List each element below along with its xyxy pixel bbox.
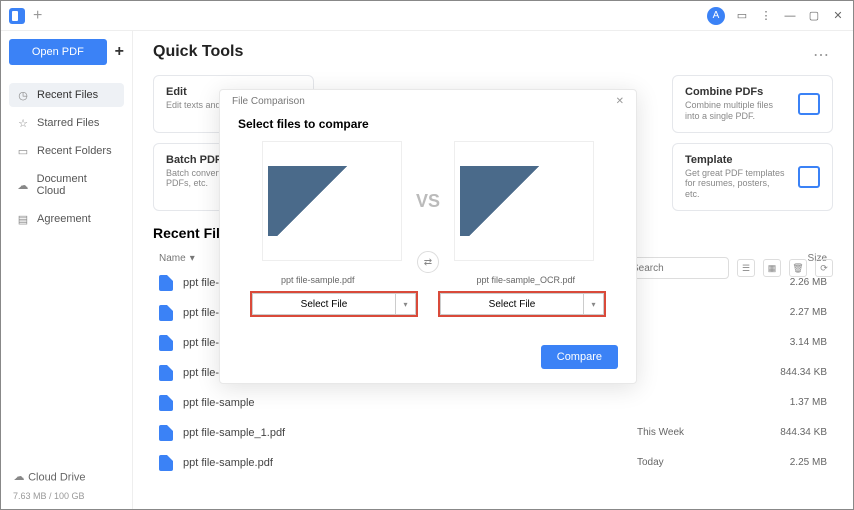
file-date: Today bbox=[637, 457, 757, 468]
cloud-icon: ☁ bbox=[17, 179, 29, 191]
clock-icon: ◷ bbox=[17, 89, 29, 101]
swap-button[interactable]: ⇄ bbox=[417, 251, 439, 273]
cloud-drive-link[interactable]: ☁ Cloud Drive bbox=[9, 465, 124, 490]
select-file-left-group: Select File ▾ bbox=[250, 291, 418, 317]
chat-icon[interactable]: ▭ bbox=[735, 9, 749, 22]
star-icon: ☆ bbox=[17, 117, 29, 129]
grid-view-button[interactable]: ▦ bbox=[763, 259, 781, 277]
list-view-button[interactable]: ☰ bbox=[737, 259, 755, 277]
modal-header-label: File Comparison bbox=[232, 96, 305, 107]
tool-card-template[interactable]: Template Get great PDF templates for res… bbox=[672, 143, 833, 211]
select-file-right-dropdown[interactable]: ▾ bbox=[584, 293, 604, 315]
sidebar-item-label: Agreement bbox=[37, 213, 91, 225]
maximize-button[interactable]: ▢ bbox=[807, 9, 821, 22]
table-row[interactable]: ppt file-sample.pdfToday2.25 MB bbox=[153, 448, 833, 478]
sidebar-item-label: Document Cloud bbox=[37, 173, 116, 197]
titlebar: + A ▭ ⋮ — ▢ ✕ bbox=[1, 1, 853, 31]
select-file-right-group: Select File ▾ bbox=[438, 291, 606, 317]
sort-icon: ▾ bbox=[190, 253, 195, 264]
new-tab-button[interactable]: + bbox=[33, 7, 42, 25]
file-size: 844.34 KB bbox=[757, 427, 827, 438]
pdf-file-icon bbox=[159, 335, 173, 351]
combine-icon bbox=[798, 86, 820, 122]
file-comparison-modal: File Comparison ✕ Select files to compar… bbox=[219, 89, 637, 384]
compare-button[interactable]: Compare bbox=[541, 345, 618, 369]
file-date: This Week bbox=[637, 427, 757, 438]
close-button[interactable]: ✕ bbox=[831, 9, 845, 22]
avatar[interactable]: A bbox=[707, 7, 725, 25]
overflow-menu[interactable]: ⋯ bbox=[813, 45, 829, 65]
sidebar-item-label: Starred Files bbox=[37, 117, 99, 129]
file-size: 1.37 MB bbox=[757, 397, 827, 408]
sidebar-item-document-cloud[interactable]: ☁ Document Cloud bbox=[9, 167, 124, 203]
storage-indicator: 7.63 MB / 100 GB bbox=[9, 489, 124, 501]
file-size: 2.27 MB bbox=[757, 307, 827, 318]
pdf-file-icon bbox=[159, 455, 173, 471]
pdf-file-icon bbox=[159, 365, 173, 381]
file-name: ppt file-sample bbox=[183, 397, 637, 409]
modal-title: Select files to compare bbox=[220, 113, 636, 141]
file-size: 2.26 MB bbox=[757, 277, 827, 288]
pdf-file-icon bbox=[159, 275, 173, 291]
file-right-name: ppt file-sample_OCR.pdf bbox=[476, 275, 575, 285]
file-size: 2.25 MB bbox=[757, 457, 827, 468]
document-icon: ▤ bbox=[17, 213, 29, 225]
preview-right bbox=[454, 141, 594, 261]
folder-icon: ▭ bbox=[17, 145, 29, 157]
preview-left bbox=[262, 141, 402, 261]
refresh-button[interactable]: ⟳ bbox=[815, 259, 833, 277]
sidebar-item-label: Recent Files bbox=[37, 89, 98, 101]
table-row[interactable]: ppt file-sample_1.pdfThis Week844.34 KB bbox=[153, 418, 833, 448]
sidebar-item-recent-folders[interactable]: ▭ Recent Folders bbox=[9, 139, 124, 163]
select-file-left-button[interactable]: Select File bbox=[252, 293, 396, 315]
page-title: Quick Tools bbox=[153, 43, 833, 61]
menu-icon[interactable]: ⋮ bbox=[759, 9, 773, 22]
sidebar: Open PDF + ◷ Recent Files ☆ Starred File… bbox=[1, 31, 133, 509]
select-file-right-button[interactable]: Select File bbox=[440, 293, 584, 315]
file-size: 844.34 KB bbox=[757, 367, 827, 378]
sidebar-item-starred-files[interactable]: ☆ Starred Files bbox=[9, 111, 124, 135]
pdf-file-icon bbox=[159, 305, 173, 321]
file-left-name: ppt file-sample.pdf bbox=[281, 275, 355, 285]
vs-label: VS bbox=[416, 191, 440, 212]
pdf-file-icon bbox=[159, 425, 173, 441]
file-name: ppt file-sample_1.pdf bbox=[183, 427, 637, 439]
open-pdf-button[interactable]: Open PDF bbox=[9, 39, 107, 65]
template-icon bbox=[798, 154, 820, 200]
table-row[interactable]: ppt file-sample 1.37 MB bbox=[153, 388, 833, 418]
delete-button[interactable]: 🗑 bbox=[789, 259, 807, 277]
pdf-file-icon bbox=[159, 395, 173, 411]
sidebar-item-recent-files[interactable]: ◷ Recent Files bbox=[9, 83, 124, 107]
sidebar-item-label: Recent Folders bbox=[37, 145, 112, 157]
tool-card-combine[interactable]: Combine PDFs Combine multiple files into… bbox=[672, 75, 833, 133]
add-button[interactable]: + bbox=[115, 43, 124, 61]
file-name: ppt file-sample.pdf bbox=[183, 457, 637, 469]
sidebar-item-agreement[interactable]: ▤ Agreement bbox=[9, 207, 124, 231]
minimize-button[interactable]: — bbox=[783, 10, 797, 22]
select-file-left-dropdown[interactable]: ▾ bbox=[396, 293, 416, 315]
file-size: 3.14 MB bbox=[757, 337, 827, 348]
app-logo bbox=[9, 8, 25, 24]
modal-close-button[interactable]: ✕ bbox=[616, 96, 624, 107]
cloud-icon: ☁ bbox=[13, 471, 25, 483]
